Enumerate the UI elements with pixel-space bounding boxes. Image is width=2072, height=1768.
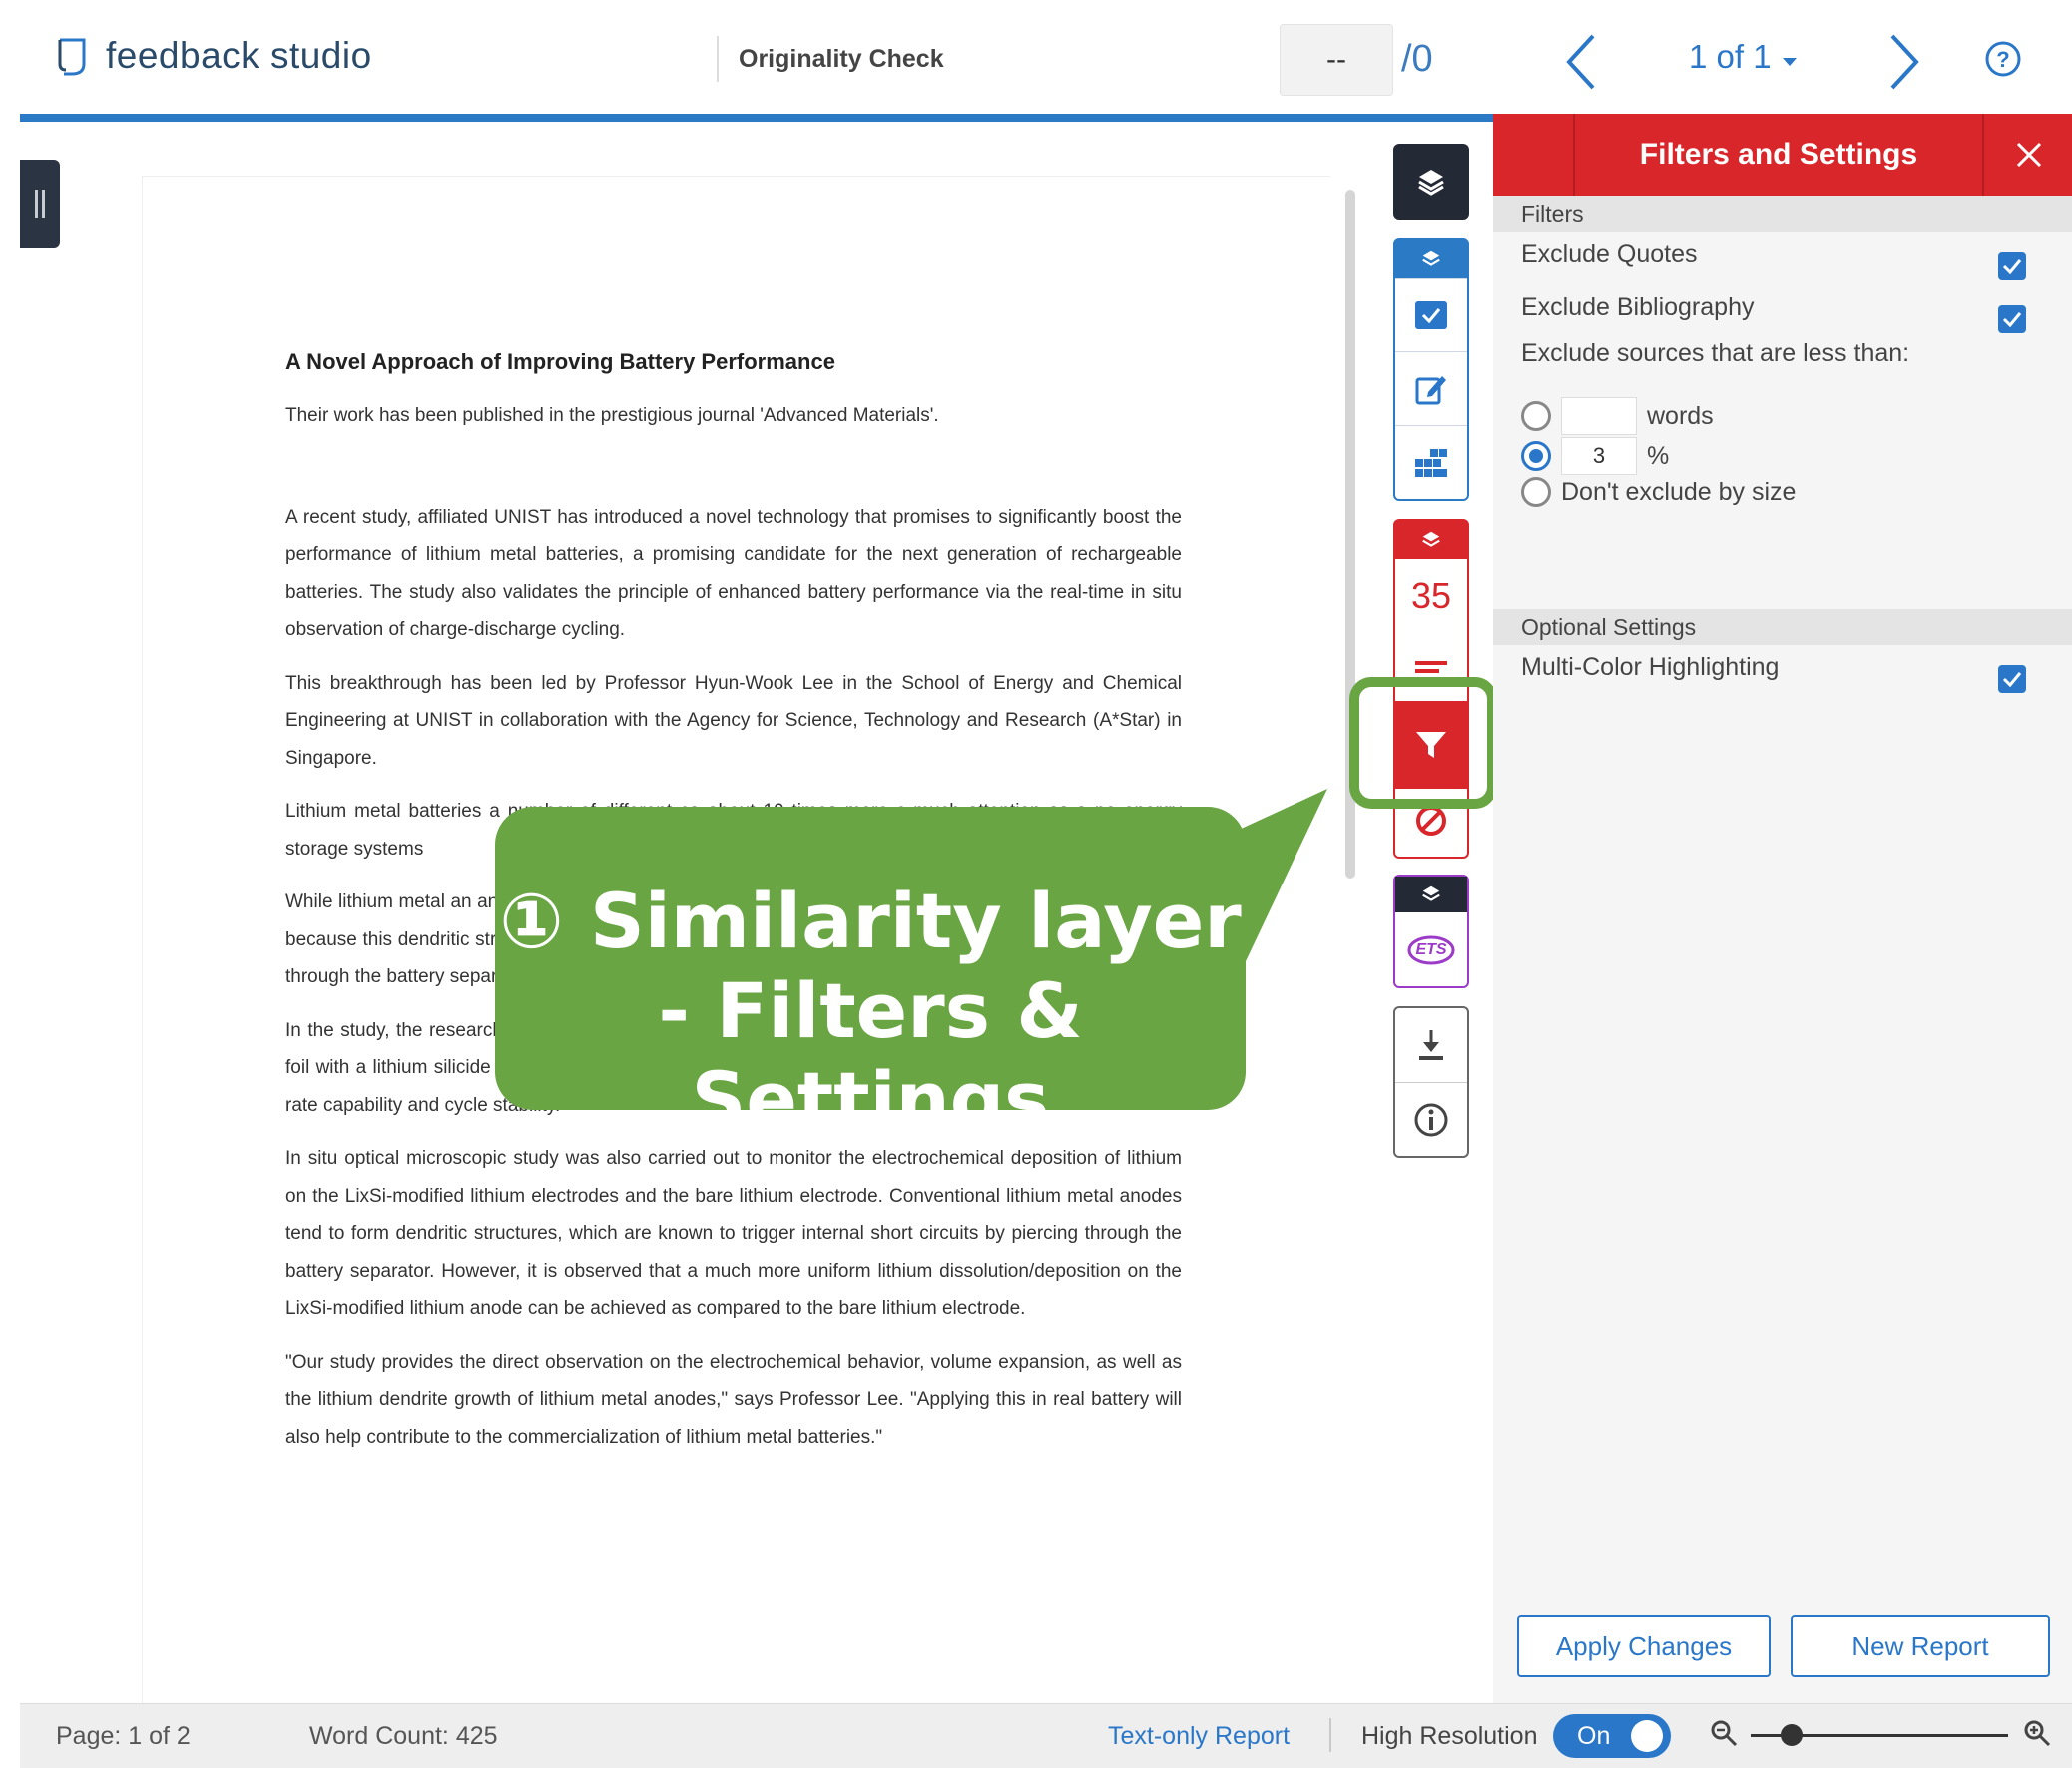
layers-icon xyxy=(1418,170,1444,196)
panel-header: Filters and Settings xyxy=(1493,114,2072,196)
close-panel-button[interactable] xyxy=(2006,132,2052,178)
page-selector-label: 1 of 1 xyxy=(1689,38,1772,75)
help-button[interactable]: ? xyxy=(1984,40,2022,78)
question-circle-icon: ? xyxy=(1985,41,2021,77)
annotation-callout: ① Similarity layer - Filters & Settings xyxy=(495,807,1246,1144)
status-divider xyxy=(1329,1718,1331,1752)
next-submission-button[interactable] xyxy=(1872,26,1932,96)
info-icon xyxy=(1414,1103,1448,1137)
grid-icon xyxy=(1415,449,1447,477)
chevron-right-icon xyxy=(1890,34,1919,90)
callout-line-1: ① Similarity layer xyxy=(499,877,1242,965)
percent-radio[interactable] xyxy=(1521,441,1551,471)
word-count: Word Count: 425 xyxy=(309,1722,498,1750)
grading-layer-header[interactable] xyxy=(1395,240,1467,278)
close-icon xyxy=(2016,142,2042,168)
grading-layer-group xyxy=(1393,238,1469,501)
panel-title: Filters and Settings xyxy=(1573,114,1984,196)
app-name: feedback studio xyxy=(106,35,372,76)
check-square-icon xyxy=(1415,301,1447,329)
etsrater-layer-header[interactable] xyxy=(1395,877,1467,912)
exclude-quotes-checkbox[interactable] xyxy=(1998,252,2026,280)
percent-label: % xyxy=(1647,441,1670,470)
words-radio[interactable] xyxy=(1521,401,1551,431)
filters-section-header: Filters xyxy=(1493,196,2072,232)
no-entry-icon xyxy=(1416,806,1446,836)
paragraph: In situ optical microscopic study was al… xyxy=(285,1148,1182,1319)
status-bar: Page: 1 of 2 Word Count: 425 Text-only R… xyxy=(20,1703,2072,1768)
edit-icon xyxy=(1415,376,1446,405)
high-resolution-toggle[interactable]: On xyxy=(1553,1714,1671,1758)
apply-changes-button[interactable]: Apply Changes xyxy=(1517,1615,1771,1677)
ets-button[interactable]: ETS xyxy=(1395,914,1467,986)
score-total: /0 xyxy=(1401,38,1433,80)
feedback-summary-button[interactable] xyxy=(1395,351,1467,426)
caret-down-icon xyxy=(1782,58,1797,66)
exclude-quotes-label: Exclude Quotes xyxy=(1521,240,1698,268)
download-button[interactable] xyxy=(1395,1008,1467,1082)
zoom-in-button[interactable] xyxy=(2022,1718,2052,1748)
ets-label: ETS xyxy=(1415,941,1447,958)
checkmark-icon xyxy=(2002,259,2022,274)
feedback-studio-logo-icon xyxy=(58,38,86,76)
exclude-sources-label: Exclude sources that are less than: xyxy=(1521,339,1910,367)
multicolor-highlighting-checkbox[interactable] xyxy=(1998,665,2026,693)
checkmark-icon xyxy=(2002,672,2022,687)
logo[interactable]: feedback studio xyxy=(54,34,372,78)
dont-exclude-label: Don't exclude by size xyxy=(1561,477,1797,506)
etsrater-layer-group: ETS xyxy=(1393,875,1469,988)
zoom-out-button[interactable] xyxy=(1709,1718,1739,1748)
exclude-bibliography-checkbox[interactable] xyxy=(1998,305,2026,333)
toggle-state-label: On xyxy=(1577,1722,1611,1750)
new-report-button[interactable]: New Report xyxy=(1791,1615,2050,1677)
text-only-report-link[interactable]: Text-only Report xyxy=(1108,1722,1290,1751)
submission-page-selector[interactable]: 1 of 1 xyxy=(1689,38,1799,76)
left-panel-toggle[interactable] xyxy=(20,160,60,248)
callout-line-2: - Filters & Settings xyxy=(658,966,1083,1144)
exclude-bibliography-label: Exclude Bibliography xyxy=(1521,294,1755,321)
grip-icon xyxy=(35,190,45,218)
toggle-knob xyxy=(1631,1720,1663,1752)
filters-settings-panel: Filters and Settings Filters Exclude Quo… xyxy=(1493,114,2072,1703)
layers-icon xyxy=(1422,885,1440,901)
optional-settings-header: Optional Settings xyxy=(1493,609,2072,645)
paragraph: A recent study, affiliated UNIST has int… xyxy=(285,506,1182,641)
svg-text:?: ? xyxy=(1996,47,2009,72)
rubric-button[interactable] xyxy=(1395,278,1467,352)
top-divider xyxy=(20,114,1497,122)
multicolor-highlighting-label: Multi-Color Highlighting xyxy=(1521,653,1780,681)
percent-input[interactable] xyxy=(1561,437,1637,475)
highlight-frame xyxy=(1349,677,1497,809)
high-resolution-label: High Resolution xyxy=(1361,1722,1538,1750)
exclude-by-words-option[interactable]: words xyxy=(1521,397,1714,435)
paper-title: A Novel Approach of Improving Battery Pe… xyxy=(285,349,835,374)
submission-info-button[interactable] xyxy=(1395,1082,1467,1157)
zoom-out-icon xyxy=(1711,1720,1738,1747)
zoom-slider-handle[interactable] xyxy=(1781,1724,1803,1746)
words-input[interactable] xyxy=(1561,397,1637,435)
page-info: Page: 1 of 2 xyxy=(56,1722,191,1750)
top-bar: feedback studio Originality Check -- /0 … xyxy=(0,0,2072,122)
layers-icon xyxy=(1422,250,1440,266)
grid-view-button[interactable] xyxy=(1395,425,1467,500)
exclude-by-percent-option[interactable]: % xyxy=(1521,437,1669,475)
words-label: words xyxy=(1647,401,1714,430)
download-icon xyxy=(1419,1030,1443,1060)
similarity-layer-header[interactable] xyxy=(1395,521,1467,559)
chevron-left-icon xyxy=(1566,34,1595,90)
paragraph: Their work has been published in the pre… xyxy=(285,405,939,426)
similarity-score-button[interactable]: 35 xyxy=(1395,559,1467,633)
zoom-in-icon xyxy=(2024,1720,2051,1747)
paragraph: This breakthrough has been led by Profes… xyxy=(285,672,1182,769)
checkmark-icon xyxy=(2002,312,2022,327)
utility-group xyxy=(1393,1006,1469,1158)
dont-exclude-option[interactable]: Don't exclude by size xyxy=(1521,477,1796,507)
layers-icon xyxy=(1422,531,1440,547)
previous-submission-button[interactable] xyxy=(1553,26,1613,96)
all-layers-button[interactable] xyxy=(1393,144,1469,220)
similarity-score: -- xyxy=(1280,24,1393,96)
paragraph: "Our study provides the direct observati… xyxy=(285,1351,1182,1448)
dont-exclude-radio[interactable] xyxy=(1521,477,1551,507)
document-title: Originality Check xyxy=(717,36,944,82)
